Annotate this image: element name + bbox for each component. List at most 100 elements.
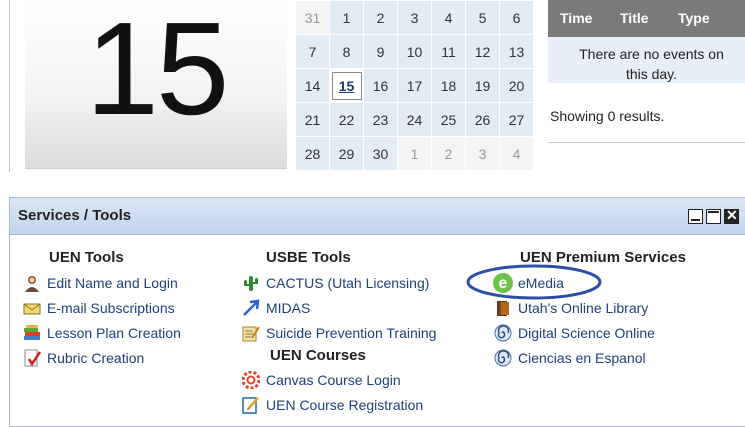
divider bbox=[548, 142, 745, 143]
utahs-online-library-label: Utah's Online Library bbox=[518, 299, 649, 316]
calendar-day[interactable]: 17 bbox=[397, 68, 432, 103]
calendar-day[interactable]: 8 bbox=[329, 34, 364, 69]
midas-label: MIDAS bbox=[266, 299, 311, 316]
arrow-icon bbox=[242, 299, 260, 317]
uen-tools-column: UEN Tools Edit Name and Login E-mail Sub… bbox=[23, 249, 181, 370]
envelope-icon bbox=[23, 299, 41, 317]
canvas-course-login-link[interactable]: Canvas Course Login bbox=[241, 367, 436, 392]
calendar-day[interactable]: 23 bbox=[363, 102, 398, 137]
no-events-message: There are no events on this day. bbox=[548, 37, 745, 83]
suicide-prevention-training-label: Suicide Prevention Training bbox=[266, 324, 437, 341]
cactus-link[interactable]: CACTUS (Utah Licensing) bbox=[242, 270, 436, 295]
calendar-week-row: 28 29 30 1 2 3 4 bbox=[295, 136, 534, 171]
canvas-icon bbox=[241, 370, 261, 389]
spiral-icon bbox=[494, 324, 512, 342]
calendar-day[interactable]: 26 bbox=[465, 102, 500, 137]
calendar-day[interactable]: 28 bbox=[295, 136, 330, 171]
panel-header: Services / Tools ✕ bbox=[10, 198, 745, 235]
close-icon: ✕ bbox=[726, 207, 738, 223]
suicide-prevention-training-link[interactable]: Suicide Prevention Training bbox=[242, 320, 436, 345]
calendar-day[interactable]: 1 bbox=[397, 136, 432, 171]
results-count: Showing 0 results. bbox=[550, 108, 665, 124]
rubric-creation-label: Rubric Creation bbox=[47, 349, 145, 366]
calendar-week-row: 21 22 23 24 25 26 27 bbox=[295, 102, 534, 137]
calendar-day[interactable]: 16 bbox=[363, 68, 398, 103]
edit-name-login-link[interactable]: Edit Name and Login bbox=[23, 270, 181, 295]
calendar-day[interactable]: 7 bbox=[295, 34, 330, 69]
uen-course-registration-label: UEN Course Registration bbox=[266, 396, 424, 413]
person-icon bbox=[23, 274, 41, 292]
calendar-day[interactable]: 25 bbox=[431, 102, 466, 137]
calendar-day[interactable]: 15 bbox=[329, 68, 364, 103]
month-calendar: 31 1 2 3 4 5 6 7 8 9 10 11 12 13 14 15 16 17 18 19 20 21 22 23 2… bbox=[295, 0, 534, 171]
no-events-text: There are no events on this day. bbox=[579, 46, 724, 82]
svg-text:e: e bbox=[499, 275, 508, 292]
calendar-day[interactable]: 3 bbox=[465, 136, 500, 171]
calendar-day[interactable]: 10 bbox=[397, 34, 432, 69]
calendar-day[interactable]: 9 bbox=[363, 34, 398, 69]
calendar-week-row: 7 8 9 10 11 12 13 bbox=[295, 34, 534, 69]
calendar-day[interactable]: 29 bbox=[329, 136, 364, 171]
calendar-section: 15 31 1 2 3 4 5 6 7 8 9 10 11 12 13 14 15 16 17 18 19 20 21 22… bbox=[9, 0, 745, 172]
maximize-button[interactable] bbox=[706, 209, 721, 224]
calendar-day[interactable]: 2 bbox=[431, 136, 466, 171]
emedia-label: eMedia bbox=[518, 274, 564, 291]
emedia-link[interactable]: e eMedia bbox=[466, 264, 686, 300]
calendar-day[interactable]: 30 bbox=[363, 136, 398, 171]
calendar-day[interactable]: 21 bbox=[295, 102, 330, 137]
calendar-day[interactable]: 13 bbox=[499, 34, 534, 69]
column-header-title[interactable]: Title bbox=[620, 10, 649, 26]
calendar-day[interactable]: 12 bbox=[465, 34, 500, 69]
uen-tools-heading: UEN Tools bbox=[49, 249, 124, 266]
cactus-label: CACTUS (Utah Licensing) bbox=[266, 274, 430, 291]
digital-science-online-link[interactable]: Digital Science Online bbox=[494, 320, 686, 345]
spiral-icon bbox=[494, 349, 512, 367]
close-button[interactable]: ✕ bbox=[724, 207, 739, 224]
usbe-tools-column: USBE Tools CACTUS (Utah Licensing) MIDAS… bbox=[241, 249, 436, 417]
calendar-day[interactable]: 11 bbox=[431, 34, 466, 69]
calendar-day[interactable]: 18 bbox=[431, 68, 466, 103]
calendar-day[interactable]: 20 bbox=[499, 68, 534, 103]
calendar-day[interactable]: 19 bbox=[465, 68, 500, 103]
digital-science-online-label: Digital Science Online bbox=[518, 324, 655, 341]
calendar-day[interactable]: 24 bbox=[397, 102, 432, 137]
calendar-day[interactable]: 3 bbox=[397, 0, 432, 35]
column-header-type[interactable]: Type bbox=[678, 10, 710, 26]
books-icon bbox=[23, 324, 41, 342]
utahs-online-library-link[interactable]: Utah's Online Library bbox=[494, 295, 686, 320]
rubric-icon bbox=[23, 349, 42, 367]
calendar-day[interactable]: 1 bbox=[329, 0, 364, 35]
emedia-icon: e bbox=[493, 272, 513, 293]
edit-name-login-label: Edit Name and Login bbox=[47, 274, 178, 291]
calendar-day[interactable]: 6 bbox=[499, 0, 534, 35]
minimize-icon bbox=[691, 219, 700, 221]
ciencias-en-espanol-link[interactable]: Ciencias en Espanol bbox=[494, 345, 686, 370]
big-day-display: 15 bbox=[25, 0, 287, 169]
usbe-tools-heading: USBE Tools bbox=[266, 249, 351, 266]
uen-premium-services-column: UEN Premium Services e eMedia Utah's Onl… bbox=[466, 249, 686, 370]
uen-course-registration-link[interactable]: UEN Course Registration bbox=[242, 392, 436, 417]
column-header-time[interactable]: Time bbox=[560, 10, 592, 26]
calendar-day[interactable]: 5 bbox=[465, 0, 500, 35]
lesson-plan-creation-link[interactable]: Lesson Plan Creation bbox=[23, 320, 181, 345]
ciencias-en-espanol-label: Ciencias en Espanol bbox=[518, 349, 646, 366]
calendar-day[interactable]: 4 bbox=[431, 0, 466, 35]
calendar-day[interactable]: 14 bbox=[295, 68, 330, 103]
minimize-button[interactable] bbox=[688, 209, 703, 224]
canvas-course-login-label: Canvas Course Login bbox=[266, 371, 401, 388]
lesson-plan-creation-label: Lesson Plan Creation bbox=[47, 324, 181, 341]
panel-title: Services / Tools bbox=[18, 207, 132, 224]
maximize-icon bbox=[708, 211, 719, 213]
calendar-day[interactable]: 22 bbox=[329, 102, 364, 137]
email-subscriptions-link[interactable]: E-mail Subscriptions bbox=[23, 295, 181, 320]
email-subscriptions-label: E-mail Subscriptions bbox=[47, 299, 175, 316]
cactus-icon bbox=[242, 274, 260, 292]
rubric-creation-link[interactable]: Rubric Creation bbox=[23, 345, 181, 370]
calendar-day[interactable]: 27 bbox=[499, 102, 534, 137]
calendar-day[interactable]: 31 bbox=[295, 0, 330, 35]
library-icon bbox=[494, 299, 512, 317]
calendar-day[interactable]: 4 bbox=[499, 136, 534, 171]
midas-link[interactable]: MIDAS bbox=[242, 295, 436, 320]
calendar-day[interactable]: 2 bbox=[363, 0, 398, 35]
notepad-icon bbox=[242, 324, 260, 342]
